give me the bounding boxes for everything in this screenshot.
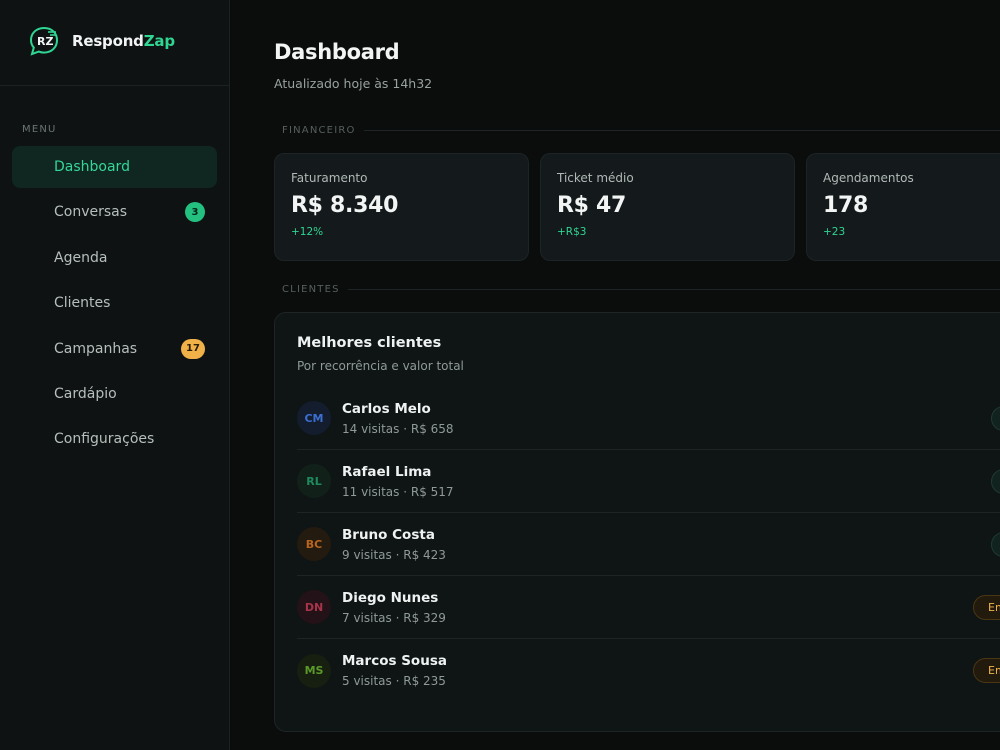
app-root: RZ RespondZap MENU Dashboard Conversas 3… xyxy=(0,0,1000,750)
sidebar-nav: Dashboard Conversas 3 Agenda Clientes Ca… xyxy=(12,146,217,464)
client-status-tag xyxy=(991,532,1000,557)
client-name: Marcos Sousa xyxy=(342,653,447,669)
avatar: DN xyxy=(297,590,331,624)
client-row[interactable]: MS Marcos Sousa 5 visitas · R$ 235 Em xyxy=(297,639,1000,702)
main-content: Dashboard Atualizado hoje às 14h32 FINAN… xyxy=(230,0,1000,750)
stat-label: Agendamentos xyxy=(823,171,914,185)
client-status-tag: Em xyxy=(973,595,1000,620)
svg-text:RZ: RZ xyxy=(37,35,53,48)
stat-value: 178 xyxy=(823,193,869,218)
stat-card-faturamento: Faturamento R$ 8.340 +12% xyxy=(274,153,529,261)
client-name: Rafael Lima xyxy=(342,463,432,480)
card-subtitle: Por recorrência e valor total xyxy=(297,359,464,373)
sidebar-item-label: Cardápio xyxy=(54,385,117,402)
stat-delta: +23 xyxy=(823,226,846,238)
stat-card-ticket-medio: Ticket médio R$ 47 +R$3 xyxy=(540,153,795,261)
stat-label: Ticket médio xyxy=(557,171,634,185)
client-row[interactable]: BC Bruno Costa 9 visitas · R$ 423 xyxy=(297,513,1000,576)
client-info: Marcos Sousa 5 visitas · R$ 235 xyxy=(342,653,447,688)
sidebar-item-configuracoes[interactable]: Configurações xyxy=(12,418,217,460)
sidebar-item-label: Campanhas xyxy=(54,340,138,357)
section-divider xyxy=(363,130,1000,131)
stat-value: R$ 8.340 xyxy=(291,193,399,218)
sidebar-item-conversas[interactable]: Conversas 3 xyxy=(12,191,217,233)
client-name: Diego Nunes xyxy=(342,589,439,606)
client-meta: 9 visitas · R$ 423 xyxy=(342,547,446,562)
page-title: Dashboard xyxy=(274,40,400,64)
client-info: Bruno Costa 9 visitas · R$ 423 xyxy=(342,527,446,562)
sidebar: RZ RespondZap MENU Dashboard Conversas 3… xyxy=(0,0,230,750)
section-financeiro: FINANCEIRO xyxy=(282,125,1000,136)
brand-name: RespondZap xyxy=(72,32,175,50)
brand[interactable]: RZ RespondZap xyxy=(0,0,229,86)
avatar: CM xyxy=(297,401,331,435)
section-divider xyxy=(347,289,1000,290)
stat-delta: +R$3 xyxy=(557,226,587,238)
card-title: Melhores clientes xyxy=(297,335,442,351)
last-updated-text: Atualizado hoje às 14h32 xyxy=(274,76,433,91)
avatar: RL xyxy=(297,464,331,498)
sidebar-item-label: Agenda xyxy=(54,249,108,266)
client-meta: 14 visitas · R$ 658 xyxy=(342,421,454,436)
client-list: CM Carlos Melo 14 visitas · R$ 658 RL Ra… xyxy=(297,387,1000,702)
respondzap-logo-icon: RZ xyxy=(29,26,59,56)
sidebar-item-label: Clientes xyxy=(54,295,111,312)
menu-label: MENU xyxy=(22,124,57,135)
conversas-count-badge: 3 xyxy=(185,202,205,223)
brand-name-part1: Respond xyxy=(72,31,144,50)
stat-label: Faturamento xyxy=(291,171,368,185)
client-info: Carlos Melo 14 visitas · R$ 658 xyxy=(342,401,454,436)
client-row[interactable]: CM Carlos Melo 14 visitas · R$ 658 xyxy=(297,387,1000,450)
campanhas-count-badge: 17 xyxy=(181,338,205,359)
sidebar-item-clientes[interactable]: Clientes xyxy=(12,282,217,324)
client-meta: 7 visitas · R$ 329 xyxy=(342,610,446,625)
avatar: BC xyxy=(297,527,331,561)
sidebar-item-dashboard[interactable]: Dashboard xyxy=(12,146,217,188)
brand-name-part2: Zap xyxy=(143,31,175,50)
sidebar-item-label: Dashboard xyxy=(54,159,130,175)
client-row[interactable]: RL Rafael Lima 11 visitas · R$ 517 xyxy=(297,450,1000,513)
section-financeiro-label: FINANCEIRO xyxy=(282,125,356,136)
client-name: Bruno Costa xyxy=(342,526,435,543)
client-meta: 5 visitas · R$ 235 xyxy=(342,674,446,688)
sidebar-item-label: Configurações xyxy=(54,431,155,448)
client-info: Rafael Lima 11 visitas · R$ 517 xyxy=(342,464,454,499)
sidebar-item-cardapio[interactable]: Cardápio xyxy=(12,373,217,415)
stat-card-agendamentos: Agendamentos 178 +23 xyxy=(806,153,1000,261)
client-status-tag xyxy=(991,406,1000,431)
client-info: Diego Nunes 7 visitas · R$ 329 xyxy=(342,590,446,625)
stat-value: R$ 47 xyxy=(557,193,627,218)
client-row[interactable]: DN Diego Nunes 7 visitas · R$ 329 Em xyxy=(297,576,1000,639)
stat-delta: +12% xyxy=(291,226,324,238)
client-status-tag: Em xyxy=(973,658,1000,683)
sidebar-item-agenda[interactable]: Agenda xyxy=(12,237,217,279)
client-meta: 11 visitas · R$ 517 xyxy=(342,484,454,499)
sidebar-item-label: Conversas xyxy=(54,204,128,221)
section-clientes: CLIENTES xyxy=(282,284,1000,295)
client-name: Carlos Melo xyxy=(342,400,431,417)
best-clients-card: Melhores clientes Por recorrência e valo… xyxy=(274,312,1000,732)
client-status-tag xyxy=(991,469,1000,494)
avatar: MS xyxy=(297,653,331,688)
section-clientes-label: CLIENTES xyxy=(282,284,340,295)
sidebar-item-campanhas[interactable]: Campanhas 17 xyxy=(12,328,217,370)
